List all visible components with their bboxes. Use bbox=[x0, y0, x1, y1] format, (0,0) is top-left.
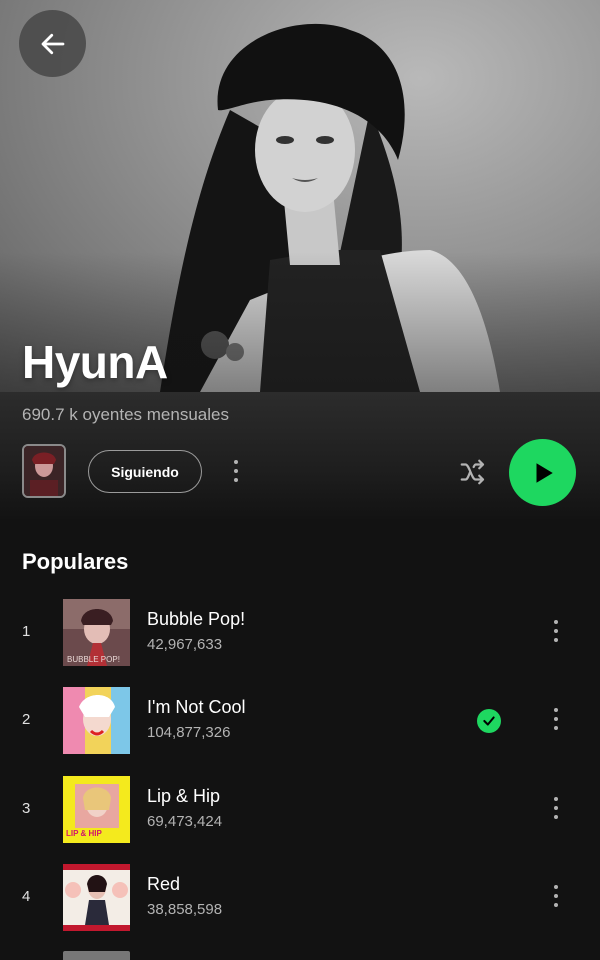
artwork-label: LIP & HIP bbox=[66, 829, 103, 838]
track-title: I'm Not Cool bbox=[147, 697, 246, 717]
track-more-options-button[interactable] bbox=[547, 881, 565, 911]
track-row[interactable]: 1 BUBBLE POP! Bubble Pop! 42,967,633 bbox=[0, 595, 600, 677]
track-title: Bubble Pop! bbox=[147, 609, 246, 629]
back-button[interactable] bbox=[19, 10, 86, 77]
check-circle-icon[interactable] bbox=[477, 709, 501, 733]
artist-more-options-button[interactable] bbox=[227, 456, 245, 486]
track-title: Red bbox=[147, 874, 181, 894]
track-play-count: 69,473,424 bbox=[147, 813, 223, 830]
track-artwork: LIP & HIP bbox=[63, 776, 130, 843]
track-play-count: 104,877,326 bbox=[147, 724, 231, 741]
artist-preview-thumbnail[interactable] bbox=[22, 444, 66, 498]
track-play-count: 38,858,598 bbox=[147, 901, 223, 918]
track-row[interactable]: 4 Red 38,858,598 bbox=[0, 860, 600, 942]
track-artwork bbox=[63, 687, 130, 754]
track-number: 4 bbox=[22, 888, 31, 905]
track-more-options-button[interactable] bbox=[547, 616, 565, 646]
preview-image bbox=[24, 446, 64, 496]
track-play-count: 42,967,633 bbox=[147, 636, 223, 653]
track-number: 1 bbox=[22, 623, 31, 640]
track-number: 3 bbox=[22, 800, 31, 817]
play-button[interactable] bbox=[509, 439, 576, 506]
artist-hero-image bbox=[0, 0, 600, 392]
artist-name: HyunA bbox=[22, 336, 168, 388]
monthly-listeners: 690.7 k oyentes mensuales bbox=[22, 405, 229, 424]
track-number: 2 bbox=[22, 711, 31, 728]
shuffle-button[interactable] bbox=[452, 452, 494, 492]
track-artwork: BUBBLE POP! bbox=[63, 599, 130, 666]
arrow-left-icon bbox=[41, 33, 64, 54]
track-row[interactable]: 2 I'm Not Cool 104,877,326 bbox=[0, 683, 600, 765]
artwork-label: BUBBLE POP! bbox=[67, 655, 120, 664]
track-more-options-button[interactable] bbox=[547, 704, 565, 734]
shuffle-icon bbox=[460, 459, 485, 485]
follow-button[interactable]: Siguiendo bbox=[88, 450, 202, 493]
next-track-artwork-peek bbox=[63, 951, 130, 960]
track-title: Lip & Hip bbox=[147, 786, 221, 806]
track-row[interactable]: 3 LIP & HIP Lip & Hip 69,473,424 bbox=[0, 772, 600, 854]
popular-section-title: Populares bbox=[22, 549, 129, 574]
track-more-options-button[interactable] bbox=[547, 793, 565, 823]
play-icon bbox=[536, 462, 553, 483]
track-artwork bbox=[63, 864, 130, 931]
